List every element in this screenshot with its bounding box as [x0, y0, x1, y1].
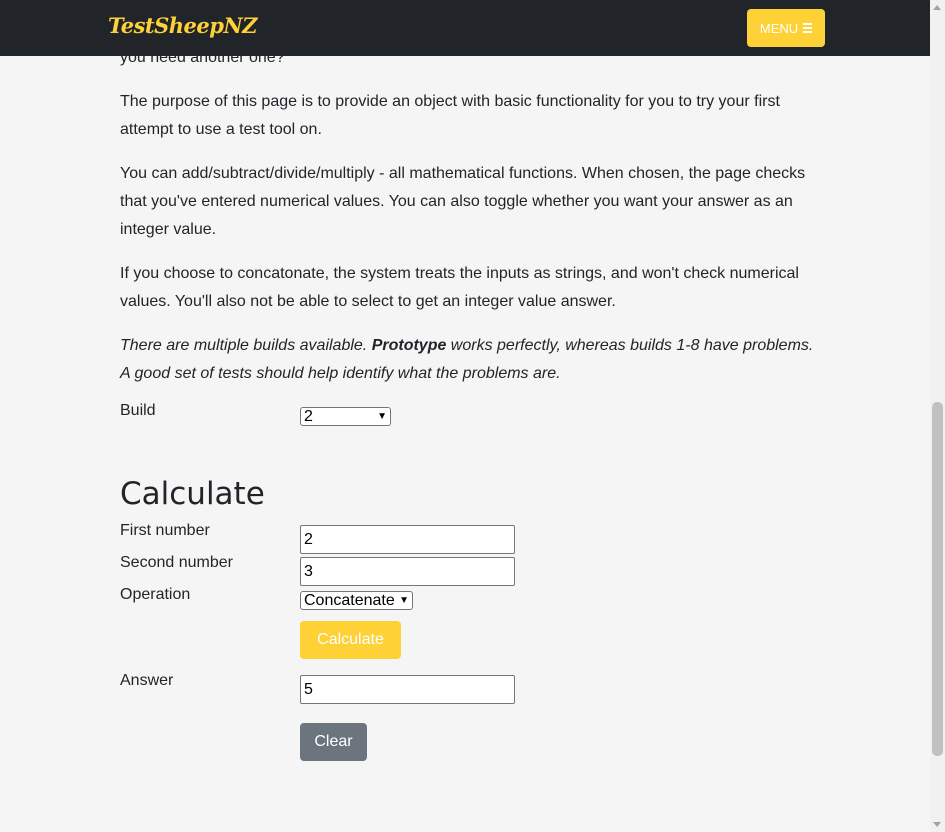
hamburger-icon: [803, 23, 813, 33]
build-select[interactable]: 2 ▼: [300, 407, 391, 426]
menu-button[interactable]: MENU: [747, 9, 825, 47]
top-navbar: TestSheepNZ MENU: [0, 0, 930, 56]
answer-label: Answer: [120, 672, 174, 689]
intro-paragraph-1: The purpose of this page is to provide a…: [120, 93, 780, 138]
scrollbar-thumb[interactable]: [932, 402, 943, 756]
scroll-down-arrow-icon[interactable]: [933, 822, 941, 827]
chevron-down-icon: ▼: [377, 411, 387, 422]
clear-button[interactable]: Clear: [300, 723, 367, 761]
operation-select-value: Concatenate: [304, 592, 395, 609]
operation-select[interactable]: Concatenate ▼: [300, 591, 413, 610]
vertical-scrollbar[interactable]: [930, 0, 945, 832]
first-number-input[interactable]: [300, 525, 515, 554]
operation-label: Operation: [120, 586, 191, 603]
calculate-title: Calculate: [120, 476, 265, 512]
build-label: Build: [120, 402, 156, 419]
intro-paragraph-3: If you choose to concatonate, the system…: [120, 265, 799, 310]
intro-content: The purpose of this page is to provide a…: [120, 88, 820, 404]
second-number-wrapper: [300, 557, 515, 586]
prototype-label: Prototype: [371, 337, 447, 354]
answer-wrapper: [300, 675, 515, 704]
brand-logo[interactable]: TestSheepNZ: [108, 13, 257, 38]
second-number-input[interactable]: [300, 557, 515, 586]
build-select-value: 2: [304, 408, 313, 425]
chevron-down-icon: ▼: [399, 595, 409, 606]
second-number-label: Second number: [120, 554, 233, 571]
calculate-button[interactable]: Calculate: [300, 621, 401, 659]
builds-note-start: There are multiple builds available.: [120, 337, 372, 354]
page-viewport: you need another one? The purpose of thi…: [0, 0, 930, 832]
intro-paragraph-2: You can add/subtract/divide/multiply - a…: [120, 165, 806, 238]
answer-field[interactable]: [300, 675, 515, 704]
intro-paragraph-4: There are multiple builds available. Pro…: [120, 332, 820, 388]
menu-label: MENU: [759, 20, 799, 36]
first-number-wrapper: [300, 525, 515, 554]
scroll-up-arrow-icon[interactable]: [933, 5, 941, 10]
first-number-label: First number: [120, 522, 210, 539]
